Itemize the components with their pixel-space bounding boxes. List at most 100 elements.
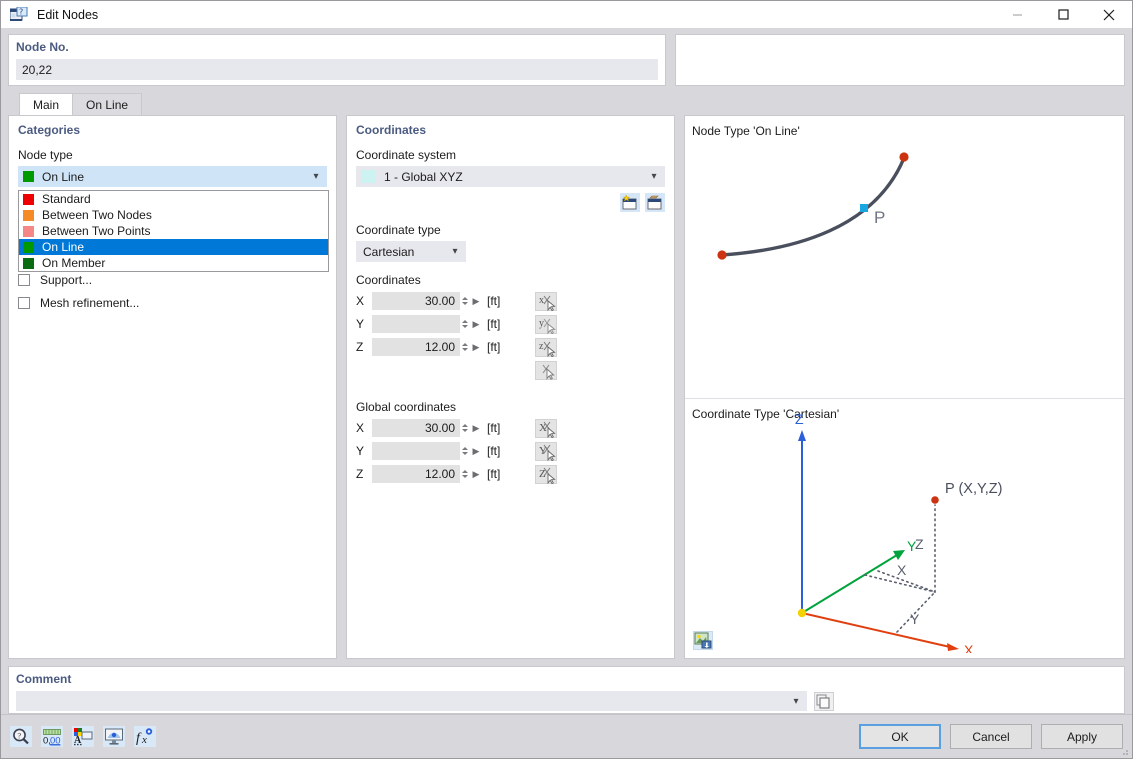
apply-button-label: Apply: [1067, 730, 1097, 744]
info-magnifier-icon[interactable]: ?: [10, 726, 32, 747]
pick-global-y-icon[interactable]: Y: [535, 442, 557, 461]
spinner-y[interactable]: [460, 315, 469, 333]
curve-end-node: [899, 152, 908, 161]
decimal-places-icon[interactable]: 0, 00: [41, 726, 63, 747]
global-spinner-z[interactable]: [460, 465, 469, 483]
global-coordinate-y-input[interactable]: [372, 442, 460, 460]
coordinate-type-combo[interactable]: Cartesian ▾: [356, 241, 466, 262]
resize-grip[interactable]: [1119, 745, 1129, 755]
node-type-label: Node type: [18, 148, 327, 162]
chevron-down-icon: ▾: [310, 171, 322, 182]
cancel-button[interactable]: Cancel: [950, 724, 1032, 749]
copy-comment-icon[interactable]: [814, 692, 834, 711]
ok-button[interactable]: OK: [859, 724, 941, 749]
support-checkbox[interactable]: [18, 274, 30, 286]
svg-text:Z: Z: [915, 536, 924, 552]
chevron-down-icon[interactable]: ▾: [790, 696, 802, 707]
global-axis-label-x: X: [356, 421, 372, 435]
option-mesh-refinement[interactable]: Mesh refinement...: [18, 296, 327, 310]
curve-point-marker: [860, 204, 868, 212]
spinner-z[interactable]: [460, 338, 469, 356]
pick-global-x-icon[interactable]: X: [535, 419, 557, 438]
pick-z-icon[interactable]: z: [535, 338, 557, 357]
title-bar: ? Edit Nodes: [1, 1, 1132, 28]
save-image-icon[interactable]: [693, 631, 713, 650]
coordinates-title: Coordinates: [356, 123, 665, 137]
axis-label-z: Z: [356, 340, 372, 354]
pick-y-icon[interactable]: y: [535, 315, 557, 334]
on-line-curve-graphic: P: [685, 138, 1125, 388]
coordinate-x-input[interactable]: 30.00: [372, 292, 460, 310]
minimize-button[interactable]: [994, 1, 1040, 28]
display-settings-icon[interactable]: [103, 726, 125, 747]
global-coordinate-z-input[interactable]: 12.00: [372, 465, 460, 483]
global-expand-y-icon[interactable]: ▶: [469, 446, 483, 457]
function-fx-icon[interactable]: f x: [134, 726, 156, 747]
bottom-bar: ? 0, 00 A: [1, 714, 1132, 758]
node-type-dropdown-list[interactable]: Standard Between Two Nodes Between Two P…: [18, 190, 329, 272]
dropdown-item-on-member[interactable]: On Member: [19, 255, 328, 271]
global-expand-x-icon[interactable]: ▶: [469, 423, 483, 434]
swatch-between-two-points: [23, 226, 34, 237]
coordinate-row-extra: [356, 360, 665, 380]
global-coordinate-row-z: Z 12.00 ▶ [ft] Z: [356, 464, 665, 484]
global-spinner-x[interactable]: [460, 419, 469, 437]
tab-main[interactable]: Main: [19, 93, 73, 115]
pick-global-z-icon[interactable]: Z: [535, 465, 557, 484]
expand-z-icon[interactable]: ▶: [469, 342, 483, 353]
global-coordinate-row-y: Y ▶ [ft] Y: [356, 441, 665, 461]
coordinate-x-value: 30.00: [425, 294, 455, 308]
dropdown-item-standard[interactable]: Standard: [19, 191, 328, 207]
global-unit-z: [ft]: [483, 467, 513, 481]
dropdown-item-on-line[interactable]: On Line: [19, 239, 328, 255]
pick-x-icon[interactable]: x: [535, 292, 557, 311]
global-unit-y: [ft]: [483, 444, 513, 458]
dialog-buttons: OK Cancel Apply: [859, 724, 1123, 749]
dialog-body: Categories Node type On Line ▾ Options S…: [1, 115, 1132, 659]
node-type-value: On Line: [42, 170, 84, 184]
coordinate-system-combo[interactable]: 1 - Global XYZ ▾: [356, 166, 665, 187]
apply-button[interactable]: Apply: [1041, 724, 1123, 749]
comment-input[interactable]: ▾: [16, 691, 807, 711]
categories-panel: Categories Node type On Line ▾ Options S…: [8, 115, 337, 659]
coordinate-y-input[interactable]: [372, 315, 460, 333]
expand-y-icon[interactable]: ▶: [469, 319, 483, 330]
coordinate-type-value: Cartesian: [363, 245, 414, 259]
node-type-combo[interactable]: On Line ▾: [18, 166, 327, 187]
dropdown-item-between-two-points-label: Between Two Points: [42, 224, 151, 238]
svg-text:Y: Y: [910, 611, 920, 627]
option-support-label: Support...: [40, 273, 92, 287]
edit-nodes-dialog: ? Edit Nodes Node No. 20,22 Mai: [0, 0, 1133, 759]
global-spinner-y[interactable]: [460, 442, 469, 460]
global-coordinates-title: Global coordinates: [356, 400, 665, 414]
categories-title: Categories: [18, 123, 327, 137]
node-type-swatch: [23, 171, 34, 182]
comment-row: ▾: [16, 691, 1117, 711]
window-title: Edit Nodes: [37, 8, 98, 22]
close-button[interactable]: [1086, 1, 1132, 28]
text-color-icon[interactable]: A: [72, 726, 94, 747]
mesh-refinement-checkbox[interactable]: [18, 297, 30, 309]
preview-panel: Node Type 'On Line' P Coordinate Type 'C…: [684, 115, 1125, 659]
tab-on-line[interactable]: On Line: [72, 93, 142, 115]
swatch-standard: [23, 194, 34, 205]
svg-text:Z: Z: [795, 411, 804, 427]
expand-x-icon[interactable]: ▶: [469, 296, 483, 307]
node-no-input[interactable]: 20,22: [16, 59, 658, 80]
dropdown-item-between-two-points[interactable]: Between Two Points: [19, 223, 328, 239]
global-expand-z-icon[interactable]: ▶: [469, 469, 483, 480]
new-coordinate-system-icon[interactable]: [620, 193, 640, 212]
swatch-on-line: [23, 242, 34, 253]
maximize-button[interactable]: [1040, 1, 1086, 28]
spinner-x[interactable]: [460, 292, 469, 310]
svg-text:?: ?: [17, 730, 21, 740]
global-coordinate-x-input[interactable]: 30.00: [372, 419, 460, 437]
dropdown-item-between-two-nodes[interactable]: Between Two Nodes: [19, 207, 328, 223]
chevron-down-icon: ▾: [449, 246, 461, 257]
swatch-on-member: [23, 258, 34, 269]
pick-point-icon[interactable]: [535, 361, 557, 380]
option-support[interactable]: Support...: [18, 273, 327, 287]
comment-section: Comment ▾: [1, 659, 1132, 714]
coordinate-z-input[interactable]: 12.00: [372, 338, 460, 356]
edit-coordinate-system-icon[interactable]: [645, 193, 665, 212]
